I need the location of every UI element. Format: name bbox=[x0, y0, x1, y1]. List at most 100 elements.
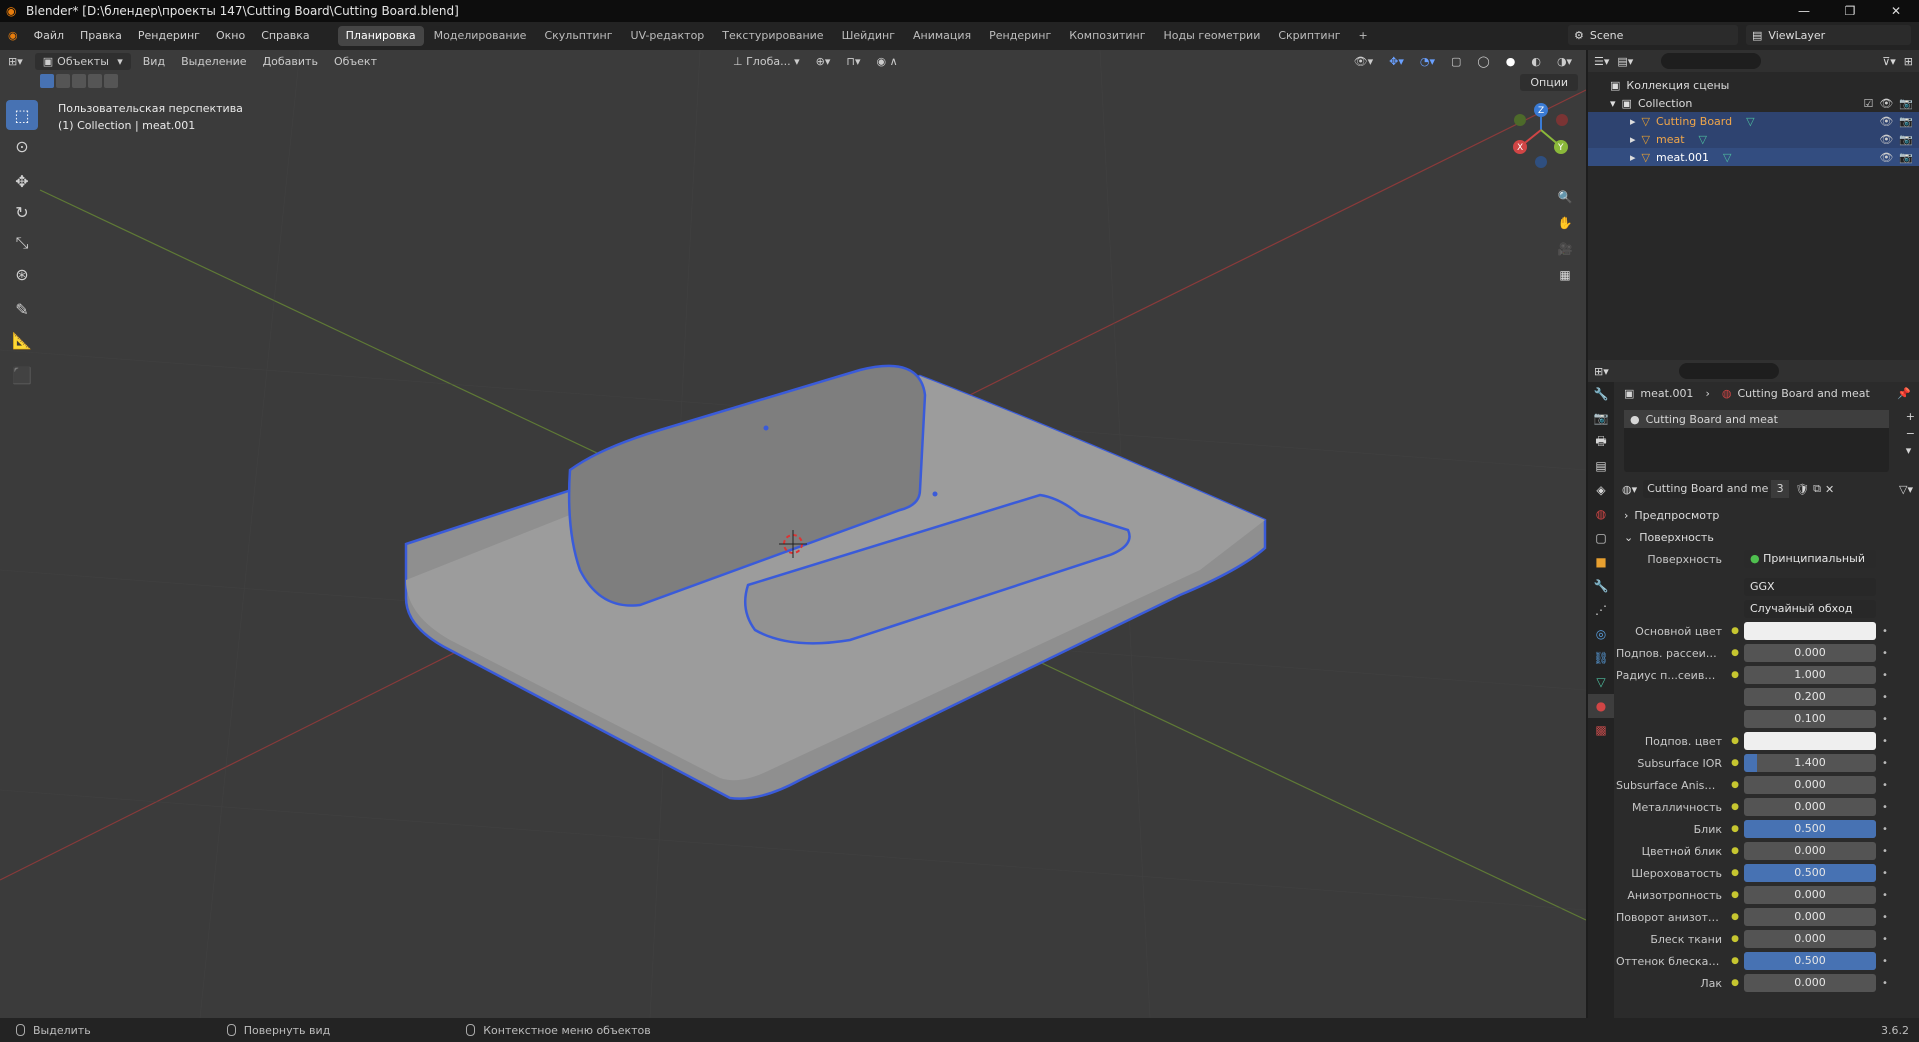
eye-icon[interactable]: 👁 bbox=[1879, 97, 1893, 110]
particles-tab-icon[interactable]: ⋰ bbox=[1588, 598, 1614, 622]
annotate-tool-icon[interactable]: ✎ bbox=[6, 294, 38, 324]
menu-file[interactable]: Файл bbox=[26, 22, 72, 50]
filter-icon[interactable]: ⊽▾ bbox=[1882, 55, 1896, 68]
color-swatch[interactable] bbox=[1744, 622, 1876, 640]
section-surface[interactable]: ⌄ Поверхность bbox=[1616, 526, 1919, 548]
keyframe-dot-icon[interactable]: • bbox=[1882, 714, 1888, 725]
material-name-field[interactable]: Cutting Board and meat bbox=[1643, 480, 1770, 498]
zoom-icon[interactable]: 🔍 bbox=[1554, 186, 1576, 208]
pan-hand-icon[interactable]: ✋ bbox=[1554, 212, 1576, 234]
maximize-button[interactable]: ❐ bbox=[1827, 0, 1873, 22]
eye-icon[interactable]: 👁 bbox=[1879, 151, 1893, 164]
mode-dropdown[interactable]: ▣ Объекты ▾ bbox=[34, 52, 131, 70]
camera-icon[interactable]: 📷 bbox=[1899, 115, 1913, 128]
shading-wireframe-icon[interactable]: ◯ bbox=[1469, 55, 1497, 68]
scene-selector[interactable]: ⚙ Scene bbox=[1568, 25, 1738, 45]
expand-arrow-icon[interactable]: ▸ bbox=[1630, 115, 1636, 128]
menu-object[interactable]: Объект bbox=[326, 55, 385, 68]
value-slider[interactable]: 0.500 bbox=[1744, 864, 1876, 882]
checkbox-icon[interactable]: ☑ bbox=[1863, 97, 1873, 110]
properties-search-input[interactable] bbox=[1678, 363, 1779, 379]
modifier-tab-icon[interactable]: 🔧 bbox=[1588, 574, 1614, 598]
socket-dot-icon[interactable]: ● bbox=[1728, 912, 1742, 922]
distribution-dropdown[interactable]: GGX bbox=[1744, 578, 1876, 596]
cursor-tool-icon[interactable]: ⊙ bbox=[6, 131, 38, 161]
outliner-row-meat-001[interactable]: ▸ ▽ meat.001 ▽ 👁 📷 bbox=[1588, 148, 1919, 166]
navigation-gizmo[interactable]: Z X Y bbox=[1513, 103, 1568, 168]
tab-shading[interactable]: Шейдинг bbox=[834, 26, 903, 46]
user-count-badge[interactable]: 3 bbox=[1771, 480, 1790, 498]
display-mode-icon[interactable]: ▤▾ bbox=[1617, 55, 1633, 68]
visibility-icon[interactable]: 👁▾ bbox=[1346, 55, 1382, 68]
remove-slot-icon[interactable]: − bbox=[1906, 427, 1915, 440]
value-slider[interactable]: 1.400 bbox=[1744, 754, 1876, 772]
value-slider[interactable]: 0.000 bbox=[1744, 974, 1876, 992]
tab-sculpting[interactable]: Скульптинг bbox=[536, 26, 620, 46]
gizmo-toggle-icon[interactable]: ✥▾ bbox=[1381, 55, 1412, 68]
socket-dot-icon[interactable]: ● bbox=[1728, 626, 1742, 636]
tab-uv-editing[interactable]: UV-редактор bbox=[623, 26, 713, 46]
select-new-icon[interactable] bbox=[40, 74, 54, 88]
tab-layout[interactable]: Планировка bbox=[337, 26, 424, 46]
view-layer-tab-icon[interactable]: ▤ bbox=[1588, 454, 1614, 478]
shading-material-icon[interactable]: ◐ bbox=[1523, 55, 1549, 68]
menu-view[interactable]: Вид bbox=[135, 55, 173, 68]
options-dropdown[interactable]: Опции bbox=[1520, 74, 1578, 91]
texture-tab-icon[interactable]: ▩ bbox=[1588, 718, 1614, 742]
camera-icon[interactable]: 📷 bbox=[1899, 97, 1913, 110]
snap-icon[interactable]: ⊓▾ bbox=[838, 55, 868, 68]
value-slider[interactable]: 0.000 bbox=[1744, 798, 1876, 816]
section-preview[interactable]: › Предпросмотр bbox=[1616, 504, 1919, 526]
view-layer-selector[interactable]: ▤ ViewLayer bbox=[1746, 25, 1911, 45]
outliner-search-input[interactable] bbox=[1661, 53, 1762, 69]
keyframe-dot-icon[interactable]: • bbox=[1882, 956, 1888, 967]
value-slider[interactable]: 0.000 bbox=[1744, 644, 1876, 662]
tab-rendering[interactable]: Рендеринг bbox=[981, 26, 1059, 46]
camera-icon[interactable]: 📷 bbox=[1899, 151, 1913, 164]
expand-arrow-icon[interactable]: ▸ bbox=[1630, 151, 1636, 164]
keyframe-dot-icon[interactable]: • bbox=[1882, 912, 1888, 923]
keyframe-dot-icon[interactable]: • bbox=[1882, 736, 1888, 747]
value-slider[interactable]: 0.100 bbox=[1744, 710, 1876, 728]
mesh-data-icon[interactable]: ▽ bbox=[1746, 115, 1754, 128]
value-slider[interactable]: 0.500 bbox=[1744, 952, 1876, 970]
keyframe-dot-icon[interactable]: • bbox=[1882, 626, 1888, 637]
constraints-tab-icon[interactable]: ⛓ bbox=[1588, 646, 1614, 670]
outliner-row-collection[interactable]: ▾ ▣ Collection ☑ 👁 📷 bbox=[1588, 94, 1919, 112]
tab-compositing[interactable]: Композитинг bbox=[1061, 26, 1153, 46]
tool-tab-icon[interactable]: 🔧 bbox=[1588, 382, 1614, 406]
menu-select[interactable]: Выделение bbox=[173, 55, 255, 68]
value-slider[interactable]: 0.000 bbox=[1744, 842, 1876, 860]
select-box-tool-icon[interactable]: ⬚ bbox=[6, 100, 38, 130]
menu-window[interactable]: Окно bbox=[208, 22, 253, 50]
properties-editor-icon[interactable]: ⊞▾ bbox=[1594, 365, 1609, 378]
menu-edit[interactable]: Правка bbox=[72, 22, 130, 50]
material-slot-item[interactable]: ● Cutting Board and meat bbox=[1624, 410, 1889, 428]
expand-arrow-icon[interactable]: ▸ bbox=[1630, 133, 1636, 146]
value-slider[interactable]: 0.000 bbox=[1744, 886, 1876, 904]
collection-tab-icon[interactable]: ▢ bbox=[1588, 526, 1614, 550]
keyframe-dot-icon[interactable]: • bbox=[1882, 758, 1888, 769]
subsurface-method-dropdown[interactable]: Случайный обход bbox=[1744, 600, 1876, 618]
keyframe-dot-icon[interactable]: • bbox=[1882, 692, 1888, 703]
material-browse-icon[interactable]: ◍▾ bbox=[1622, 483, 1637, 496]
ortho-toggle-icon[interactable]: ▦ bbox=[1554, 264, 1576, 286]
slot-menu-icon[interactable]: ▾ bbox=[1906, 444, 1915, 457]
scale-tool-icon[interactable]: ⤡ bbox=[6, 228, 38, 258]
value-slider[interactable]: 0.200 bbox=[1744, 688, 1876, 706]
3d-viewport[interactable]: Z X Y ⊞▾ ▣ Объекты ▾ Вид Выделение Добав… bbox=[0, 50, 1586, 1018]
select-intersect-icon[interactable] bbox=[104, 74, 118, 88]
tab-modeling[interactable]: Моделирование bbox=[426, 26, 535, 46]
keyframe-dot-icon[interactable]: • bbox=[1882, 868, 1888, 879]
eye-icon[interactable]: 👁 bbox=[1879, 115, 1893, 128]
tab-geometry-nodes[interactable]: Ноды геометрии bbox=[1156, 26, 1269, 46]
keyframe-dot-icon[interactable]: • bbox=[1882, 846, 1888, 857]
duplicate-icon[interactable]: ⧉ bbox=[1813, 482, 1821, 496]
socket-dot-icon[interactable]: ● bbox=[1728, 868, 1742, 878]
socket-dot-icon[interactable]: ● bbox=[1728, 736, 1742, 746]
pin-icon[interactable]: 📌 bbox=[1897, 387, 1911, 400]
select-extend-icon[interactable] bbox=[56, 74, 70, 88]
blender-menu-icon[interactable]: ◉ bbox=[0, 22, 26, 50]
physics-tab-icon[interactable]: ◎ bbox=[1588, 622, 1614, 646]
camera-icon[interactable]: 📷 bbox=[1899, 133, 1913, 146]
